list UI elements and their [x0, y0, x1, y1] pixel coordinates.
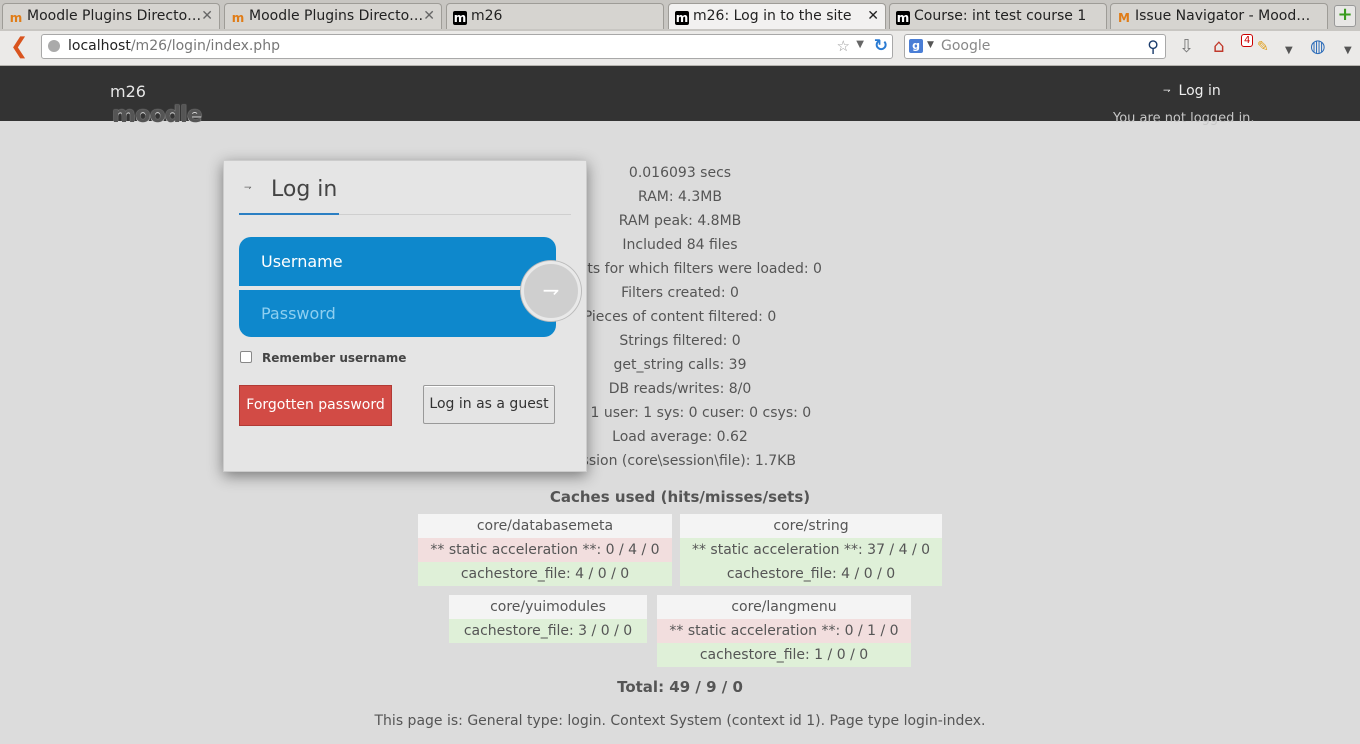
close-tab-icon[interactable]: ✕: [867, 4, 879, 28]
browser-tab[interactable]: m m26: [446, 3, 664, 29]
remember-label: Remember username: [262, 351, 407, 365]
cache-row-miss: ** static acceleration **: 0 / 1 / 0: [657, 619, 911, 643]
cache-row-miss: ** static acceleration **: 0 / 4 / 0: [418, 538, 672, 562]
username-field[interactable]: Username: [239, 237, 556, 286]
caches-title: Caches used (hits/misses/sets): [549, 488, 811, 506]
page-type-info: This page is: General type: login. Conte…: [374, 713, 986, 729]
tab-label: Issue Navigator - Mood…: [1135, 8, 1311, 24]
url-history-dropdown-icon[interactable]: ▼: [856, 39, 864, 50]
moodle-favicon-icon: m: [453, 11, 467, 25]
login-title: Log in: [271, 177, 338, 202]
browser-tab[interactable]: m Moodle Plugins Directo… ✕: [224, 3, 442, 29]
cache-row-hit: cachestore_file: 1 / 0 / 0: [657, 643, 911, 667]
tab-label: m26: [471, 8, 503, 24]
guest-login-button[interactable]: Log in as a guest: [423, 385, 555, 424]
url-text: localhost/m26/login/index.php: [68, 38, 280, 54]
tab-label: m26: Log in to the site: [693, 8, 852, 24]
tab-label: Course: int test course 1: [914, 8, 1087, 24]
back-arrow-icon[interactable]: ❮: [10, 36, 28, 58]
url-host: localhost: [68, 38, 131, 54]
bookmark-star-icon[interactable]: ☆: [837, 37, 850, 55]
cache-table-databasemeta: core/databasemeta ** static acceleration…: [418, 514, 672, 586]
moodle-favicon-icon: m: [675, 11, 689, 25]
tab-label: Moodle Plugins Directo…: [27, 8, 202, 24]
close-tab-icon[interactable]: ✕: [423, 4, 435, 28]
login-status-text: You are not logged in.: [1113, 111, 1255, 126]
browser-tab-bar: m Moodle Plugins Directo… ✕ m Moodle Plugi…: [0, 0, 1360, 32]
browser-tab[interactable]: M Issue Navigator - Mood…: [1110, 3, 1328, 29]
search-input[interactable]: Google: [941, 38, 990, 54]
url-bar[interactable]: localhost/m26/login/index.php ☆ ▼ ↻: [41, 34, 893, 59]
cache-name: core/string: [680, 514, 942, 538]
login-panel: ⇁ Log in Username Password ⇁ Remember us…: [223, 160, 587, 472]
remember-checkbox[interactable]: [240, 351, 252, 363]
cache-name: core/langmenu: [657, 595, 911, 619]
cache-row-hit: cachestore_file: 4 / 0 / 0: [418, 562, 672, 586]
login-submit-button[interactable]: ⇁: [521, 261, 581, 321]
login-icon: ⇁: [244, 183, 252, 193]
addon-icon[interactable]: ✎: [1257, 37, 1269, 57]
engine-dropdown-icon[interactable]: ▼: [927, 40, 934, 50]
browser-tab[interactable]: m Moodle Plugins Directo… ✕: [2, 3, 220, 29]
login-icon: ⇁: [1163, 86, 1171, 96]
globe-icon[interactable]: ◍: [1310, 37, 1326, 57]
remember-username-option[interactable]: Remember username: [240, 351, 406, 365]
cache-row-hit: ** static acceleration **: 37 / 4 / 0: [680, 538, 942, 562]
password-field[interactable]: Password: [239, 290, 556, 337]
moodle-plugins-favicon-icon: m: [9, 11, 23, 25]
url-path: /m26/login/index.php: [130, 38, 280, 54]
close-tab-icon[interactable]: ✕: [201, 4, 213, 28]
cache-total: Total: 49 / 9 / 0: [617, 678, 743, 696]
menu-dropdown-icon[interactable]: ▼: [1344, 41, 1352, 61]
reload-icon[interactable]: ↻: [874, 36, 888, 56]
home-icon[interactable]: ⌂: [1213, 37, 1224, 57]
addon-dropdown-icon[interactable]: ▼: [1285, 41, 1293, 61]
cache-table-string: core/string ** static acceleration **: 3…: [680, 514, 942, 586]
search-icon[interactable]: ⚲: [1147, 37, 1159, 56]
moodle-plugins-favicon-icon: m: [231, 11, 245, 25]
cache-name: core/yuimodules: [449, 595, 647, 619]
title-underline: [239, 213, 339, 215]
submit-arrow-icon: ⇁: [542, 278, 560, 302]
header-login-label: Log in: [1178, 83, 1221, 99]
notification-badge[interactable]: 4: [1241, 34, 1254, 47]
search-bar[interactable]: g ▼ Google ⚲: [904, 34, 1166, 59]
site-name-link[interactable]: m26: [110, 82, 146, 101]
tab-label: Moodle Plugins Directo…: [249, 8, 424, 24]
cache-table-langmenu: core/langmenu ** static acceleration **:…: [657, 595, 911, 667]
forgotten-password-button[interactable]: Forgotten password: [239, 385, 392, 426]
download-icon[interactable]: ⇩: [1179, 37, 1194, 57]
site-identity-icon[interactable]: [48, 40, 60, 52]
cache-table-yuimodules: core/yuimodules cachestore_file: 3 / 0 /…: [449, 595, 647, 643]
google-engine-icon[interactable]: g: [909, 39, 923, 53]
new-tab-button[interactable]: +: [1334, 5, 1356, 27]
browser-tab[interactable]: m Course: int test course 1: [889, 3, 1107, 29]
moodle-logo[interactable]: moodle: [112, 102, 203, 128]
cache-row-hit: cachestore_file: 4 / 0 / 0: [680, 562, 942, 586]
tracker-favicon-icon: M: [1118, 11, 1130, 25]
moodle-favicon-icon: m: [896, 11, 910, 25]
cache-row-hit: cachestore_file: 3 / 0 / 0: [449, 619, 647, 643]
browser-tab-active[interactable]: m m26: Log in to the site ✕: [668, 3, 886, 29]
browser-nav-bar: ❮ localhost/m26/login/index.php ☆ ▼ ↻ g …: [0, 31, 1360, 66]
header-login-link[interactable]: ⇁ Log in: [1163, 83, 1221, 99]
cache-name: core/databasemeta: [418, 514, 672, 538]
